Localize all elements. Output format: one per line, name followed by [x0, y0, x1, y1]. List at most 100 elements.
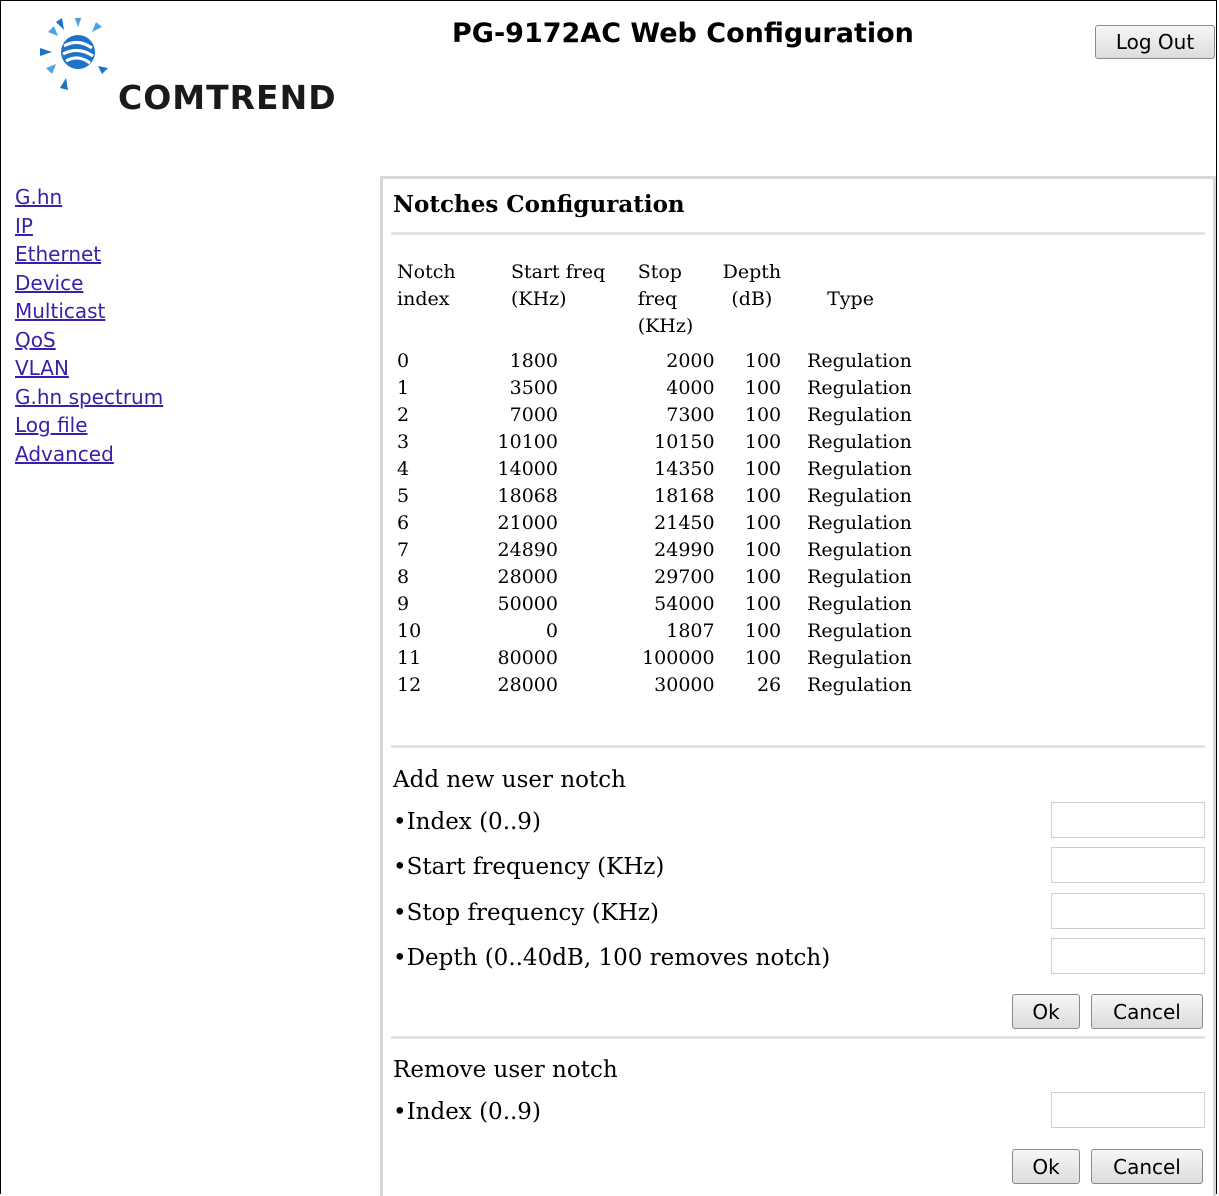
table-cell: 50000: [497, 593, 558, 615]
table-row: 11 80000 100000 100 Regulation: [397, 645, 912, 672]
table-cell: 80000: [497, 647, 558, 669]
divider: [391, 1036, 1205, 1039]
sidebar-item-advanced[interactable]: Advanced: [15, 440, 163, 469]
table-cell: 12: [397, 674, 422, 696]
table-cell: Regulation: [807, 593, 912, 615]
remove-index-input[interactable]: [1051, 1092, 1205, 1128]
table-cell: 2000: [666, 350, 715, 372]
column-header-line: Start freq: [511, 261, 606, 283]
table-cell: 54000: [654, 593, 715, 615]
table-cell: 100: [744, 620, 782, 642]
table-cell: 29700: [654, 566, 715, 588]
column-header-line: (KHz): [637, 315, 694, 337]
table-cell: Regulation: [807, 377, 912, 399]
add-index-label: •Index (0..9): [393, 809, 541, 835]
add-cancel-button[interactable]: Cancel: [1091, 994, 1203, 1029]
table-cell: 3500: [509, 377, 558, 399]
divider: [391, 232, 1205, 235]
table-cell: 0: [397, 350, 410, 372]
column-header-line: (dB): [731, 288, 773, 310]
table-cell: Regulation: [807, 539, 912, 561]
remove-cancel-button[interactable]: Cancel: [1091, 1149, 1203, 1184]
table-cell: 100: [744, 485, 782, 507]
column-header-line: Stop freq: [637, 261, 682, 310]
add-notch-title: Add new user notch: [393, 767, 626, 793]
table-header-row: Notch index Start freq (KHz) Stop freq (…: [397, 259, 912, 340]
table-cell: 4000: [666, 377, 715, 399]
table-cell: 21000: [497, 512, 558, 534]
table-cell: 28000: [497, 674, 558, 696]
table-cell: Regulation: [807, 350, 912, 372]
sidebar-item-ip[interactable]: IP: [15, 212, 163, 241]
notches-table-body: 0 1800 2000 100 Regulation 1 3500 4000 100 Regula…: [397, 348, 912, 699]
table-cell: Regulation: [807, 674, 912, 696]
table-cell: 7: [397, 539, 410, 561]
column-header-line: (KHz): [511, 288, 567, 310]
table-row: 1 3500 4000 100 Regulation: [397, 375, 912, 402]
table-cell: 10150: [654, 431, 715, 453]
table-row: 4 14000 14350 100 Regulation: [397, 456, 912, 483]
add-index-input[interactable]: [1051, 802, 1205, 838]
table-row: 9 50000 54000 100 Regulation: [397, 591, 912, 618]
table-cell: 100: [744, 431, 782, 453]
table-cell: Regulation: [807, 512, 912, 534]
table-cell: 3: [397, 431, 410, 453]
column-header: Depth (dB): [715, 259, 782, 340]
table-cell: 7300: [666, 404, 715, 426]
table-row: 5 18068 18168 100 Regulation: [397, 483, 912, 510]
sidebar-item-log-file[interactable]: Log file: [15, 411, 163, 440]
start-frequency-input[interactable]: [1051, 847, 1205, 883]
table-cell: 100: [744, 458, 782, 480]
table-cell: 11: [397, 647, 422, 669]
table-cell: 1807: [666, 620, 715, 642]
sidebar-item-vlan[interactable]: VLAN: [15, 354, 163, 383]
remove-ok-button[interactable]: Ok: [1012, 1149, 1080, 1184]
table-row: 10 0 1807 100 Regulation: [397, 618, 912, 645]
table-cell: 24890: [497, 539, 558, 561]
table-cell: 100: [744, 566, 782, 588]
table-cell: Regulation: [807, 404, 912, 426]
table-cell: 28000: [497, 566, 558, 588]
logout-button[interactable]: Log Out: [1095, 25, 1215, 59]
table-row: 2 7000 7300 100 Regulation: [397, 402, 912, 429]
table-cell: 100: [744, 512, 782, 534]
table-cell: 8: [397, 566, 410, 588]
remove-notch-title: Remove user notch: [393, 1057, 618, 1083]
table-cell: Regulation: [807, 620, 912, 642]
table-cell: Regulation: [807, 647, 912, 669]
table-cell: 14000: [497, 458, 558, 480]
page-title: PG-9172AC Web Configuration: [452, 18, 914, 49]
sidebar-item-ghn[interactable]: G.hn: [15, 183, 163, 212]
stop-frequency-input[interactable]: [1051, 893, 1205, 929]
sidebar-item-multicast[interactable]: Multicast: [15, 297, 163, 326]
table-cell: 100: [744, 647, 782, 669]
table-cell: 100: [744, 593, 782, 615]
brand-name: COMTREND: [118, 78, 337, 117]
table-cell: Regulation: [807, 458, 912, 480]
sidebar-item-ghn-spectrum[interactable]: G.hn spectrum: [15, 383, 163, 412]
table-cell: 14350: [654, 458, 715, 480]
sidebar-item-ethernet[interactable]: Ethernet: [15, 240, 163, 269]
stop-frequency-label: •Stop frequency (KHz): [393, 900, 660, 926]
add-ok-button[interactable]: Ok: [1012, 994, 1080, 1029]
column-header-line: index: [397, 288, 450, 310]
table-cell: 4: [397, 458, 410, 480]
table-row: 8 28000 29700 100 Regulation: [397, 564, 912, 591]
sidebar-item-device[interactable]: Device: [15, 269, 163, 298]
sidebar-item-qos[interactable]: QoS: [15, 326, 163, 355]
table-cell: 1800: [509, 350, 558, 372]
table-cell: 9: [397, 593, 410, 615]
table-cell: 100: [744, 377, 782, 399]
start-frequency-label: •Start frequency (KHz): [393, 854, 665, 880]
table-cell: 6: [397, 512, 410, 534]
table-cell: 10100: [497, 431, 558, 453]
table-cell: 100: [744, 539, 782, 561]
table-cell: 7000: [509, 404, 558, 426]
depth-input[interactable]: [1051, 938, 1205, 974]
table-cell: 2: [397, 404, 410, 426]
table-row: 7 24890 24990 100 Regulation: [397, 537, 912, 564]
table-cell: 100000: [642, 647, 715, 669]
table-cell: 18068: [497, 485, 558, 507]
divider: [391, 745, 1205, 748]
table-cell: 100: [744, 404, 782, 426]
